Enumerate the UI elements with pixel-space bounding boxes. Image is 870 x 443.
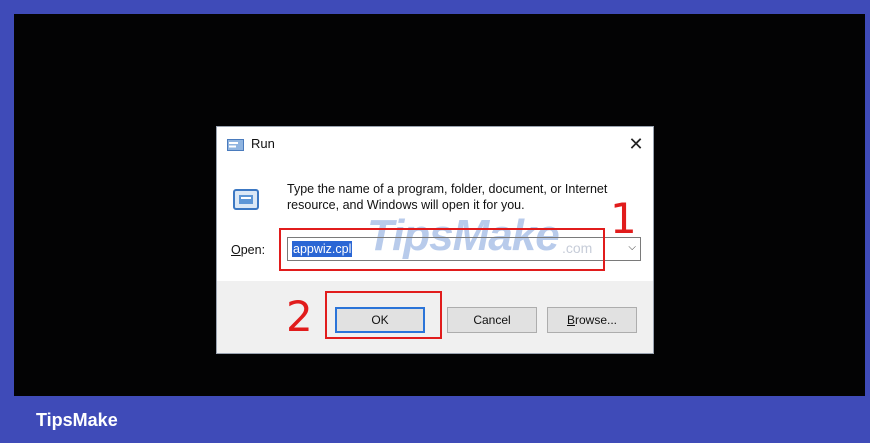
browse-accelerator: B: [566, 313, 575, 327]
open-label-text: pen:: [240, 243, 266, 257]
cancel-button[interactable]: Cancel: [447, 307, 537, 333]
browse-button[interactable]: Browse...: [547, 307, 637, 333]
highlight-ok-button: [325, 291, 442, 339]
dialog-titlebar[interactable]: Run ✕: [217, 127, 653, 161]
run-dialog-icon: [231, 187, 261, 213]
close-icon[interactable]: ✕: [625, 133, 647, 155]
step-2-label: 2: [286, 292, 313, 341]
chevron-down-icon[interactable]: ⌵: [628, 242, 636, 253]
highlight-open-field: [279, 228, 605, 271]
open-label-accelerator: O: [231, 243, 241, 257]
browse-label: rowse...: [575, 313, 618, 327]
dialog-title: Run: [251, 136, 275, 151]
run-app-icon: [227, 138, 244, 151]
brand-label: TipsMake: [36, 410, 118, 430]
dialog-description: Type the name of a program, folder, docu…: [287, 182, 608, 212]
open-label: Open:: [231, 243, 265, 257]
step-1-label: 1: [610, 194, 637, 243]
